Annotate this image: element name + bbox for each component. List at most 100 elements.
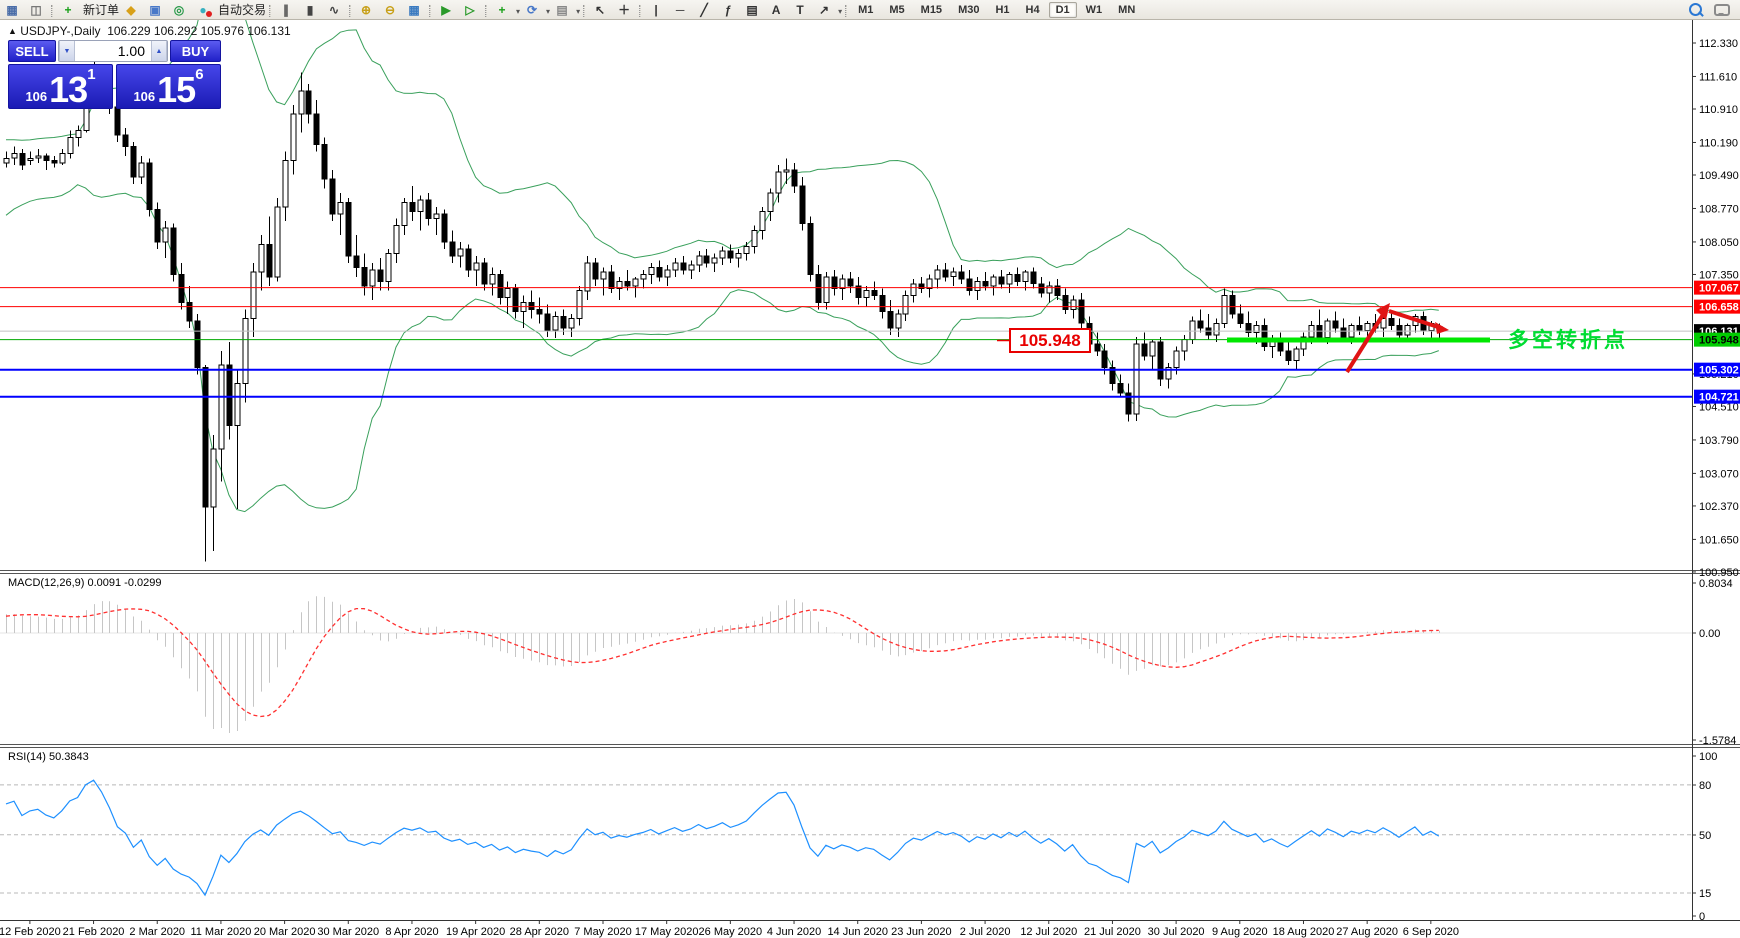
toolbar-separator (639, 5, 641, 17)
crosshair-icon[interactable]: ＋ (613, 0, 635, 19)
hline-icon[interactable]: ─ (669, 0, 691, 19)
buy-price-figure: 106 (133, 90, 155, 106)
trendline-icon[interactable]: ╱ (693, 0, 715, 19)
chart-canvas[interactable]: 105.948多空转折点112.330111.610110.910110.190… (0, 0, 1740, 938)
toolbar-separator (583, 5, 585, 17)
buy-price-display[interactable]: 106 15 6 (116, 64, 221, 109)
date-label: 21 Jul 2020 (1084, 926, 1141, 938)
tile-windows-icon[interactable]: ▦ (403, 0, 425, 19)
volume-up-icon[interactable]: ▲ (151, 41, 167, 61)
volume-input[interactable]: 1.00 (75, 41, 151, 61)
candle-chart-icon[interactable]: ▮ (299, 0, 321, 19)
buy-price-point: 6 (195, 67, 203, 82)
svg-text:106.658: 106.658 (1699, 302, 1739, 314)
zoom-in-icon[interactable]: ⊕ (355, 0, 377, 19)
autotrading-icon[interactable]: ● (192, 0, 214, 19)
vline-icon[interactable]: | (645, 0, 667, 19)
chart-shift-icon[interactable]: ▷ (459, 0, 481, 19)
svg-text:102.370: 102.370 (1699, 501, 1739, 513)
chevron-down-icon[interactable]: ▾ (546, 7, 550, 16)
tab-timeframe-h4[interactable]: H4 (1019, 2, 1047, 18)
tab-timeframe-m30[interactable]: M30 (951, 2, 986, 18)
date-label: 12 Jul 2020 (1020, 926, 1077, 938)
chevron-down-icon[interactable]: ▾ (516, 7, 520, 16)
tab-timeframe-m15[interactable]: M15 (914, 2, 949, 18)
svg-text:103.070: 103.070 (1699, 468, 1739, 480)
text-icon[interactable]: A (765, 0, 787, 19)
volume-stepper: ▼ 1.00 ▲ (58, 40, 168, 62)
support-zone-line (1227, 338, 1490, 343)
symbol-name: USDJPY-,Daily (20, 24, 100, 38)
fibonacci-icon[interactable]: ƒ (717, 0, 739, 19)
bar-chart-icon[interactable]: ∥ (275, 0, 297, 19)
macd-label: MACD(12,26,9) 0.0091 -0.0299 (8, 577, 161, 589)
grid-icon[interactable]: ▤ (741, 0, 763, 19)
svg-text:105.302: 105.302 (1699, 365, 1739, 377)
indicators-icon[interactable]: + (491, 0, 513, 19)
cursor-icon[interactable]: ↖ (589, 0, 611, 19)
toolbar-separator (349, 5, 351, 17)
svg-text:80: 80 (1699, 780, 1711, 792)
toolbar-separator (51, 5, 53, 17)
new-order-label[interactable]: 新订单 (83, 3, 119, 17)
date-label: 23 Jun 2020 (891, 926, 952, 938)
date-label: 6 Sep 2020 (1403, 926, 1459, 938)
tab-timeframe-m5[interactable]: M5 (882, 2, 911, 18)
sell-button[interactable]: SELL (8, 40, 56, 62)
tab-timeframe-h1[interactable]: H1 (988, 2, 1016, 18)
terminal-icon[interactable]: ▣ (144, 0, 166, 19)
buy-button[interactable]: BUY (170, 40, 221, 62)
date-label: 18 Aug 2020 (1273, 926, 1335, 938)
line-chart-icon[interactable]: ∿ (323, 0, 345, 19)
toolbar-icons: ▦◫+新订单◆▣◎●自动交易∥▮∿⊕⊖▦▶▷+▾⟳▾▤▾↖＋|─╱ƒ▤AT↗▾ (0, 0, 850, 19)
autotrading-label[interactable]: 自动交易 (218, 3, 266, 17)
chat-icon[interactable] (1714, 4, 1730, 16)
volume-down-icon[interactable]: ▼ (59, 41, 75, 61)
svg-text:108.770: 108.770 (1699, 203, 1739, 215)
date-label: 17 May 2020 (635, 926, 699, 938)
svg-text:100: 100 (1699, 751, 1717, 763)
svg-text:105.948: 105.948 (1699, 335, 1739, 347)
date-label: 30 Jul 2020 (1148, 926, 1205, 938)
date-label: 2 Jul 2020 (960, 926, 1011, 938)
price-note-text: 105.948 (1019, 331, 1080, 350)
search-icon[interactable] (1689, 3, 1702, 16)
svg-text:50: 50 (1699, 830, 1711, 842)
date-label: 20 Mar 2020 (254, 926, 316, 938)
zoom-out-icon[interactable]: ⊖ (379, 0, 401, 19)
chart-title: ▲ USDJPY-,Daily 106.229 106.292 105.976 … (8, 24, 291, 38)
svg-text:103.790: 103.790 (1699, 435, 1739, 447)
date-label: 9 Aug 2020 (1212, 926, 1268, 938)
svg-text:15: 15 (1699, 888, 1711, 900)
shapes-icon[interactable]: ↗ (813, 0, 835, 19)
collapse-arrow-icon[interactable]: ▲ (8, 26, 17, 36)
svg-text:-1.5784: -1.5784 (1699, 735, 1736, 747)
auto-scroll-icon[interactable]: ▶ (435, 0, 457, 19)
sell-price-display[interactable]: 106 13 1 (8, 64, 113, 109)
periods-icon[interactable]: ⟳ (521, 0, 543, 19)
tab-timeframe-mn[interactable]: MN (1111, 2, 1142, 18)
sell-price-figure: 106 (25, 90, 47, 106)
svg-text:109.490: 109.490 (1699, 170, 1739, 182)
text-label-icon[interactable]: T (789, 0, 811, 19)
templates-icon[interactable]: ▤ (551, 0, 573, 19)
mt4-window: ▦◫+新订单◆▣◎●自动交易∥▮∿⊕⊖▦▶▷+▾⟳▾▤▾↖＋|─╱ƒ▤AT↗▾ … (0, 0, 1740, 938)
chevron-down-icon[interactable]: ▾ (838, 7, 842, 16)
svg-text:111.610: 111.610 (1699, 71, 1737, 83)
toolbar-separator (845, 5, 847, 17)
svg-text:112.330: 112.330 (1699, 38, 1738, 50)
svg-text:107.350: 107.350 (1699, 269, 1739, 281)
chart-preview-icon[interactable]: ◫ (25, 0, 47, 19)
main-toolbar: ▦◫+新订单◆▣◎●自动交易∥▮∿⊕⊖▦▶▷+▾⟳▾▤▾↖＋|─╱ƒ▤AT↗▾ … (0, 0, 1740, 20)
chevron-down-icon[interactable]: ▾ (576, 7, 580, 16)
date-label: 30 Mar 2020 (317, 926, 379, 938)
new-order-icon[interactable]: + (57, 0, 79, 19)
toolbar-right (1683, 1, 1736, 18)
new-chart-icon[interactable]: ▦ (1, 0, 23, 19)
tab-timeframe-w1[interactable]: W1 (1079, 2, 1110, 18)
metaeditor-icon[interactable]: ◆ (120, 0, 142, 19)
svg-text:110.910: 110.910 (1699, 104, 1738, 116)
tab-timeframe-d1[interactable]: D1 (1049, 2, 1077, 18)
market-depth-icon[interactable]: ◎ (168, 0, 190, 19)
tab-timeframe-m1[interactable]: M1 (851, 2, 880, 18)
